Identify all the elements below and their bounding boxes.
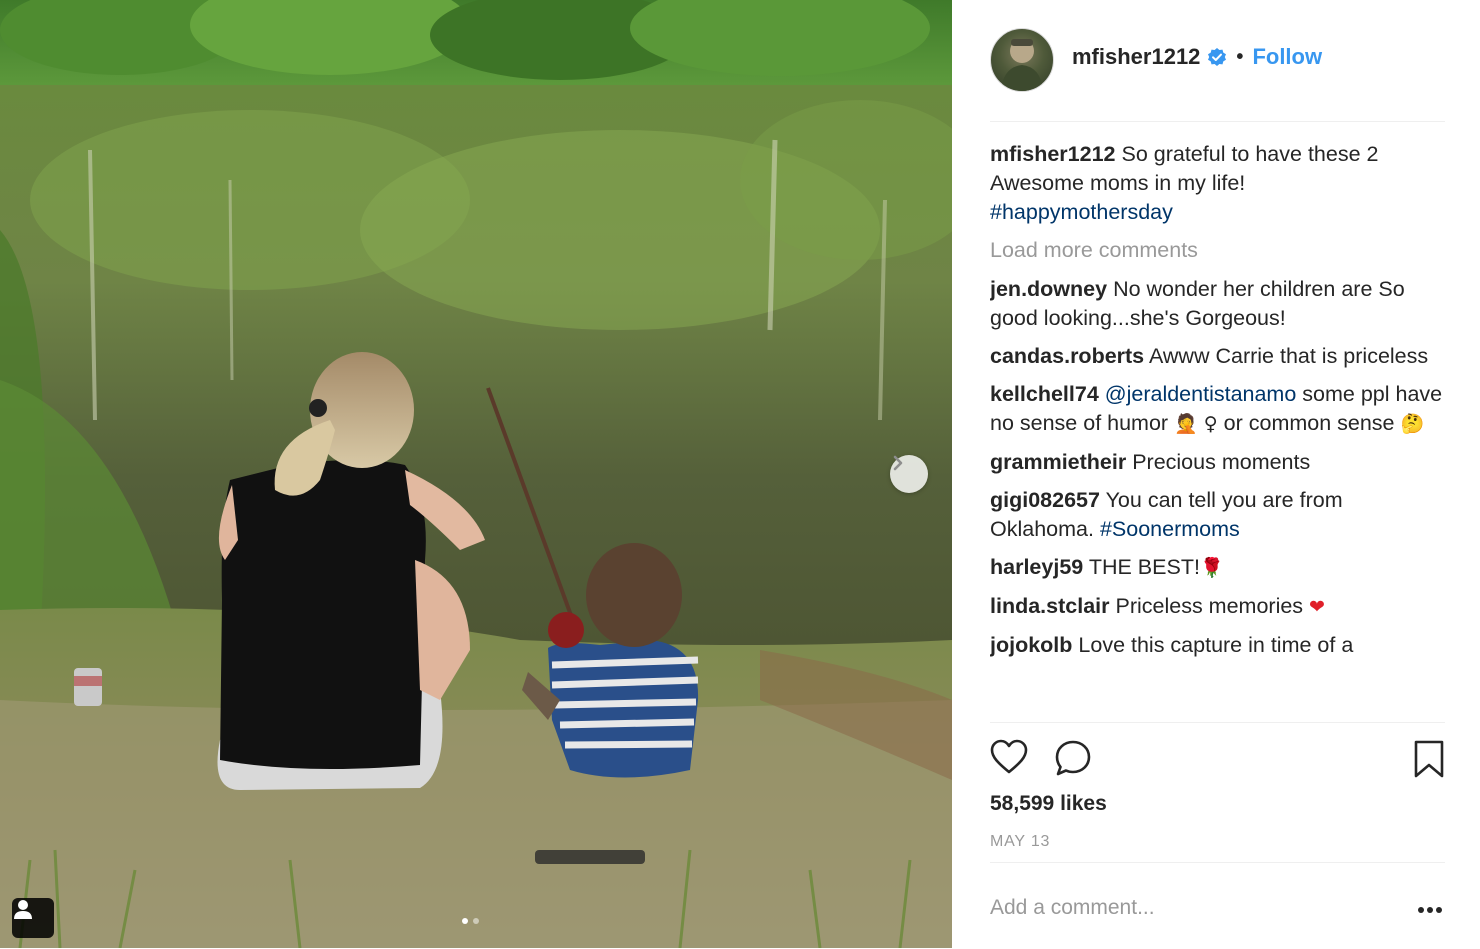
caption-hashtag[interactable]: #happymothersday (990, 200, 1173, 224)
comment-item: grammietheir Precious moments (990, 448, 1445, 477)
comment-mention[interactable]: @jeraldentistanamo (1105, 382, 1297, 406)
comment-button[interactable] (1054, 739, 1092, 782)
comment-hashtag[interactable]: #Soonermoms (1100, 517, 1240, 541)
comment-username[interactable]: jojokolb (990, 633, 1072, 657)
comment-text: Priceless memories (1115, 594, 1304, 618)
photo-scene (0, 0, 952, 948)
comment-username[interactable]: grammietheir (990, 450, 1126, 474)
follow-button[interactable]: Follow (1252, 44, 1322, 70)
comment-text: Awww Carrie that is priceless (1148, 344, 1429, 368)
comment-username[interactable]: linda.stclair (990, 594, 1110, 618)
avatar-image (1001, 39, 1043, 91)
rose-emoji: 🌹 (1199, 557, 1224, 579)
more-options-icon (1418, 907, 1442, 913)
post-header: mfisher1212 • Follow (990, 26, 1445, 122)
speech-bubble-icon (1055, 740, 1091, 776)
header-separator: • (1236, 45, 1244, 68)
add-comment-bar: Add a comment... (990, 862, 1445, 949)
comment-username[interactable]: candas.roberts (990, 344, 1144, 368)
tagged-users-button[interactable] (12, 898, 54, 938)
comment-username[interactable]: harleyj59 (990, 555, 1083, 579)
chevron-right-icon (893, 455, 903, 471)
comment-username[interactable]: jen.downey (990, 277, 1107, 301)
caption: mfisher1212 So grateful to have these 2 … (990, 140, 1445, 227)
like-button[interactable] (990, 739, 1028, 780)
comment-item: harleyj59 THE BEST!🌹 (990, 553, 1445, 583)
comment-username[interactable]: kellchell74 (990, 382, 1099, 406)
more-options-button[interactable] (1417, 901, 1443, 919)
likes-count[interactable]: 58,599 likes (990, 792, 1107, 816)
avatar[interactable] (990, 28, 1054, 92)
comment-text-continued: or common sense (1223, 411, 1395, 435)
thinking-emoji: 🤔 (1400, 413, 1425, 435)
comments-list: mfisher1212 So grateful to have these 2 … (990, 140, 1445, 722)
comment-username[interactable]: gigi082657 (990, 488, 1100, 512)
female-sign-emoji: ♀ (1203, 413, 1218, 435)
action-bar (990, 722, 1445, 797)
carousel-dot (473, 918, 479, 924)
add-comment-input[interactable]: Add a comment... (990, 896, 1155, 920)
post-details-panel: mfisher1212 • Follow mfisher1212 So grat… (952, 0, 1480, 948)
bookmark-icon (1414, 740, 1444, 778)
person-icon (14, 900, 32, 919)
comment-item: jen.downey No wonder her children are So… (990, 275, 1445, 333)
comment-text: Love this capture in time of a (1078, 633, 1354, 657)
carousel-indicator (462, 918, 479, 924)
verified-badge-icon (1207, 47, 1227, 67)
caption-username[interactable]: mfisher1212 (990, 142, 1116, 166)
comment-item: candas.roberts Awww Carrie that is price… (990, 342, 1445, 371)
comment-text: THE BEST! (1088, 555, 1200, 579)
header-user-row: mfisher1212 • Follow (1072, 44, 1322, 70)
post-date[interactable]: MAY 13 (990, 833, 1050, 851)
comment-item: jojokolb Love this capture in time of a (990, 631, 1445, 660)
load-more-comments-button[interactable]: Load more comments (990, 236, 1445, 265)
facepalm-emoji: 🤦 (1174, 413, 1198, 435)
save-button[interactable] (1412, 739, 1446, 784)
next-photo-button[interactable] (890, 455, 928, 493)
comment-item: gigi082657 You can tell you are from Okl… (990, 486, 1445, 544)
heart-icon (990, 739, 1028, 774)
carousel-dot (462, 918, 468, 924)
comment-item: kellchell74 @jeraldentistanamo some ppl … (990, 380, 1445, 439)
red-heart-emoji: ❤ (1309, 596, 1325, 618)
comment-item: linda.stclair Priceless memories ❤ (990, 592, 1445, 622)
comment-text: Precious moments (1132, 450, 1311, 474)
post-photo (0, 0, 952, 948)
header-username[interactable]: mfisher1212 (1072, 44, 1200, 70)
